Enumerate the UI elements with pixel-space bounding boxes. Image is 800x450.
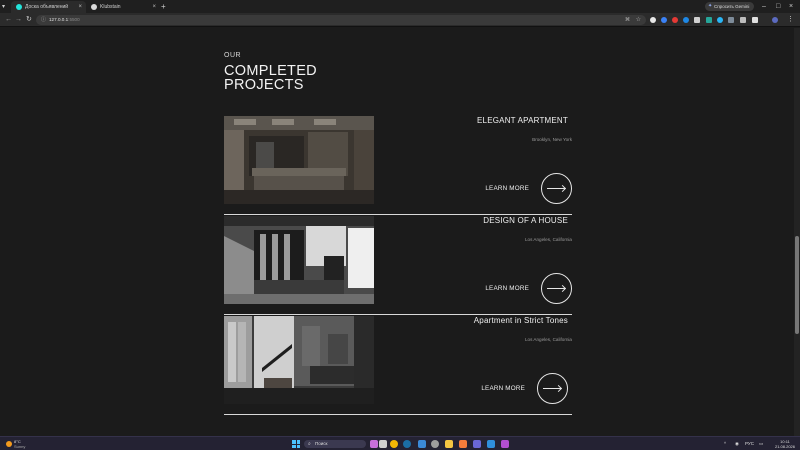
- forward-arrow-icon[interactable]: →: [15, 13, 22, 27]
- learn-more-button[interactable]: LEARN MORE: [482, 273, 572, 305]
- site-info-icon[interactable]: ⓘ: [41, 15, 46, 25]
- learn-more-button[interactable]: LEARN MORE: [478, 373, 568, 405]
- new-tab-button[interactable]: +: [161, 0, 166, 13]
- extension-icon[interactable]: [661, 17, 667, 23]
- page-viewport: OUR COMPLETED PROJECTS ELEGANT APARTMENT…: [0, 28, 794, 436]
- globe-favicon-icon: [91, 4, 97, 10]
- project-title: DESIGN OF A HOUSE: [483, 216, 568, 225]
- keyboard-language[interactable]: РУС: [745, 437, 754, 450]
- bookmark-star-icon[interactable]: ☆: [636, 15, 641, 25]
- tab-olx[interactable]: Доска объявлений OLX.ua, р ×: [11, 1, 86, 22]
- more-menu-icon[interactable]: ⋮: [787, 13, 794, 27]
- section-title: COMPLETED PROJECTS: [224, 63, 317, 93]
- tab-title: Klubstain: [100, 4, 121, 10]
- close-icon[interactable]: ×: [152, 1, 156, 13]
- learn-more-label: LEARN MORE: [485, 185, 529, 192]
- learn-more-button[interactable]: LEARN MORE: [482, 173, 572, 205]
- weather-widget[interactable]: 8°C Sunny: [6, 439, 46, 449]
- scrollbar-thumb[interactable]: [795, 236, 799, 334]
- steam-icon[interactable]: [403, 440, 411, 448]
- tray-app-icon[interactable]: ◉: [735, 437, 739, 450]
- address-bar[interactable]: ⓘ 127.0.0.1:5500 ⌘ ☆: [36, 15, 646, 25]
- ask-gemini-button[interactable]: ✦ Спросить Gemini: [705, 2, 755, 11]
- project-location: Los Angeles, California: [525, 337, 572, 342]
- translate-icon[interactable]: ⌘: [625, 15, 630, 25]
- system-clock[interactable]: 10:11 21.08.2026: [772, 439, 798, 449]
- project-card: ELEGANT APARTMENT Brooklyn, New York LEA…: [224, 116, 572, 215]
- app-icon[interactable]: [501, 440, 509, 448]
- puzzle-icon[interactable]: [740, 17, 746, 23]
- url-port: :5500: [68, 17, 80, 22]
- section-eyebrow: OUR: [224, 52, 242, 59]
- project-location: Brooklyn, New York: [532, 137, 572, 142]
- project-title: ELEGANT APARTMENT: [477, 116, 568, 125]
- project-photo[interactable]: [224, 316, 374, 404]
- tab-klubstain[interactable]: Klubstain ×: [86, 1, 160, 13]
- divider: [224, 314, 572, 315]
- profile-avatar-icon[interactable]: [772, 17, 778, 23]
- gemini-label: Спросить Gemini: [714, 4, 750, 9]
- network-icon[interactable]: ▭: [759, 437, 763, 450]
- extension-icon[interactable]: [694, 17, 700, 23]
- clock-date: 21.08.2026: [774, 444, 796, 449]
- project-card: DESIGN OF A HOUSE Los Angeles, Californi…: [224, 216, 572, 315]
- extension-icon[interactable]: [706, 17, 712, 23]
- gemini-star-icon: ✦: [708, 3, 713, 9]
- windows-start-icon[interactable]: [292, 440, 300, 448]
- extension-icon[interactable]: [683, 17, 689, 23]
- arrow-right-icon: [547, 288, 565, 289]
- taskbar: 8°C Sunny ⌕ Поиск ^ ◉ РУС ▭ 10:11 21.08.…: [0, 436, 800, 450]
- weather-condition: Sunny: [14, 444, 26, 449]
- explorer-folder-icon[interactable]: [445, 440, 453, 448]
- project-location: Los Angeles, California: [525, 237, 572, 242]
- extension-icon[interactable]: [672, 17, 678, 23]
- settings-icon[interactable]: [431, 440, 439, 448]
- back-arrow-icon[interactable]: ←: [5, 13, 12, 27]
- copilot-icon[interactable]: [370, 440, 378, 448]
- minimize-icon[interactable]: –: [762, 0, 766, 13]
- project-photo[interactable]: [224, 116, 374, 204]
- arrow-right-icon: [543, 388, 561, 389]
- close-icon[interactable]: ×: [78, 1, 82, 13]
- page-scrollbar[interactable]: [794, 28, 800, 436]
- mail-icon[interactable]: [418, 440, 426, 448]
- extension-icon[interactable]: [752, 17, 758, 23]
- taskbar-search[interactable]: ⌕ Поиск: [304, 440, 366, 448]
- learn-more-label: LEARN MORE: [481, 385, 525, 392]
- task-view-icon[interactable]: [379, 440, 387, 448]
- tab-menu-button[interactable]: ▾: [2, 1, 10, 13]
- project-photo[interactable]: [224, 216, 374, 304]
- chrome-icon[interactable]: [390, 440, 398, 448]
- url-host: 127.0.0.1: [49, 17, 69, 22]
- project-card: Apartment in Strict Tones Los Angeles, C…: [224, 316, 572, 415]
- close-window-icon[interactable]: ×: [789, 0, 793, 13]
- maximize-icon[interactable]: □: [776, 0, 780, 13]
- search-placeholder: Поиск: [315, 441, 328, 446]
- tray-chevron-icon[interactable]: ^: [724, 437, 726, 450]
- search-icon: ⌕: [308, 441, 311, 447]
- vscode-icon[interactable]: [487, 440, 495, 448]
- tab-strip: ▾ Доска объявлений OLX.ua, р × Klubstain…: [0, 0, 800, 22]
- reload-icon[interactable]: ↻: [26, 13, 32, 27]
- project-title: Apartment in Strict Tones: [473, 316, 568, 325]
- divider: [224, 214, 572, 215]
- browser-toolbar: ← → ↻ ⓘ 127.0.0.1:5500 ⌘ ☆ ⋮: [0, 13, 800, 27]
- olx-favicon-icon: [16, 4, 22, 10]
- sun-icon: [6, 441, 12, 447]
- divider: [224, 414, 572, 415]
- app-icon[interactable]: [473, 440, 481, 448]
- extension-icon[interactable]: [728, 17, 734, 23]
- extension-icon[interactable]: [650, 17, 656, 23]
- arrow-right-icon: [547, 188, 565, 189]
- app-icon[interactable]: [459, 440, 467, 448]
- extension-icon[interactable]: [717, 17, 723, 23]
- learn-more-label: LEARN MORE: [485, 285, 529, 292]
- address-url: 127.0.0.1:5500: [49, 15, 80, 25]
